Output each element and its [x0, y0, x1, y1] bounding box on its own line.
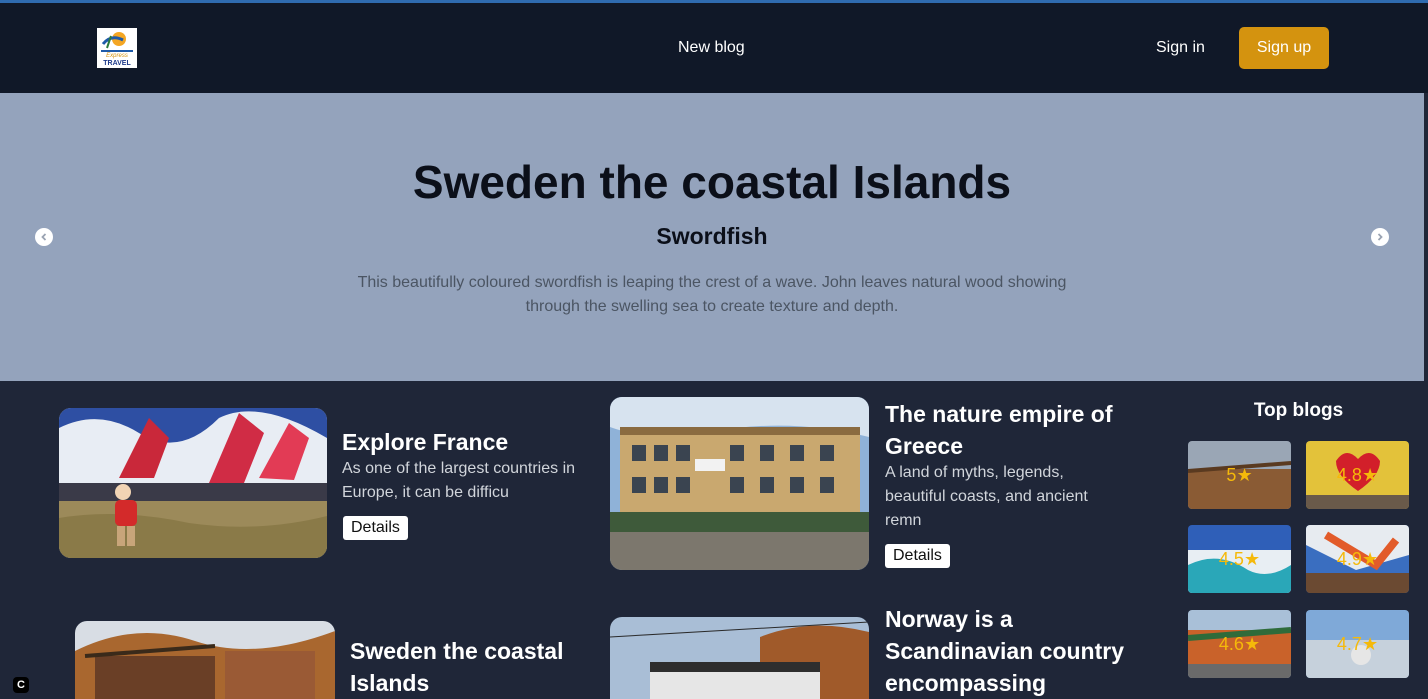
top-blog-thumbnail[interactable]: 4.9 ★	[1306, 525, 1409, 593]
star-icon: ★	[1361, 633, 1379, 654]
top-blogs-heading: Top blogs	[1253, 400, 1344, 421]
blog-image-sweden[interactable]	[75, 621, 335, 699]
details-button-greece[interactable]: Details	[885, 544, 950, 568]
blog-title-greece[interactable]: The nature empire of Greece	[885, 398, 1145, 462]
svg-text:Express: Express	[106, 53, 128, 59]
sign-up-button[interactable]: Sign up	[1239, 27, 1329, 69]
blog-image-greece[interactable]	[610, 397, 869, 570]
rating-badge: 4.9 ★	[1336, 548, 1379, 569]
carousel-next-button[interactable]	[1371, 228, 1389, 246]
blog-title-sweden[interactable]: Sweden the coastal Islands	[350, 635, 600, 699]
hero-description: This beautifully coloured swordfish is l…	[357, 274, 1067, 315]
top-blog-thumbnail[interactable]: 4.6 ★	[1188, 610, 1291, 678]
rating-badge: 4.5 ★	[1218, 548, 1261, 569]
star-icon: ★	[1361, 548, 1379, 569]
star-icon: ★	[1243, 548, 1261, 569]
express-travel-logo[interactable]: Express TRAVEL	[97, 28, 137, 68]
blog-title-france[interactable]: Explore France	[342, 426, 592, 458]
rating-badge: 4.7 ★	[1336, 633, 1379, 654]
hero-title: Sweden the coastal Islands	[412, 156, 1012, 208]
rating-badge: 4.6 ★	[1218, 633, 1261, 654]
navbar: Express TRAVEL New blog Sign in Sign up	[0, 3, 1428, 93]
top-blog-thumbnail[interactable]: 4.5 ★	[1188, 525, 1291, 593]
blog-image-france[interactable]	[59, 408, 327, 558]
top-blog-thumbnail[interactable]: 4.7 ★	[1306, 610, 1409, 678]
details-button-france[interactable]: Details	[343, 516, 408, 540]
blog-description-greece: A land of myths, legends, beautiful coas…	[885, 464, 1088, 529]
hero-carousel: Sweden the coastal Islands Swordfish Thi…	[0, 93, 1424, 381]
nav-new-blog-link[interactable]: New blog	[678, 39, 745, 57]
hero-subtitle: Swordfish	[656, 223, 768, 249]
blog-title-norway[interactable]: Norway is a Scandinavian country encompa…	[885, 603, 1145, 699]
rating-badge: 4.8 ★	[1336, 464, 1379, 485]
star-icon: ★	[1236, 464, 1253, 485]
blog-description-france: As one of the largest countries in Europ…	[342, 460, 576, 501]
star-icon: ★	[1243, 633, 1261, 654]
top-blog-thumbnail[interactable]: 4.8 ★	[1306, 441, 1409, 509]
svg-text:TRAVEL: TRAVEL	[103, 60, 131, 67]
rating-badge: 5 ★	[1226, 464, 1253, 485]
blog-image-norway[interactable]	[610, 617, 869, 699]
nav-sign-in-link[interactable]: Sign in	[1156, 39, 1205, 57]
star-icon: ★	[1361, 464, 1379, 485]
corner-extension-badge[interactable]: C	[13, 677, 29, 693]
top-blog-thumbnail[interactable]: 5 ★	[1188, 441, 1291, 509]
chevron-right-icon	[1377, 233, 1383, 241]
